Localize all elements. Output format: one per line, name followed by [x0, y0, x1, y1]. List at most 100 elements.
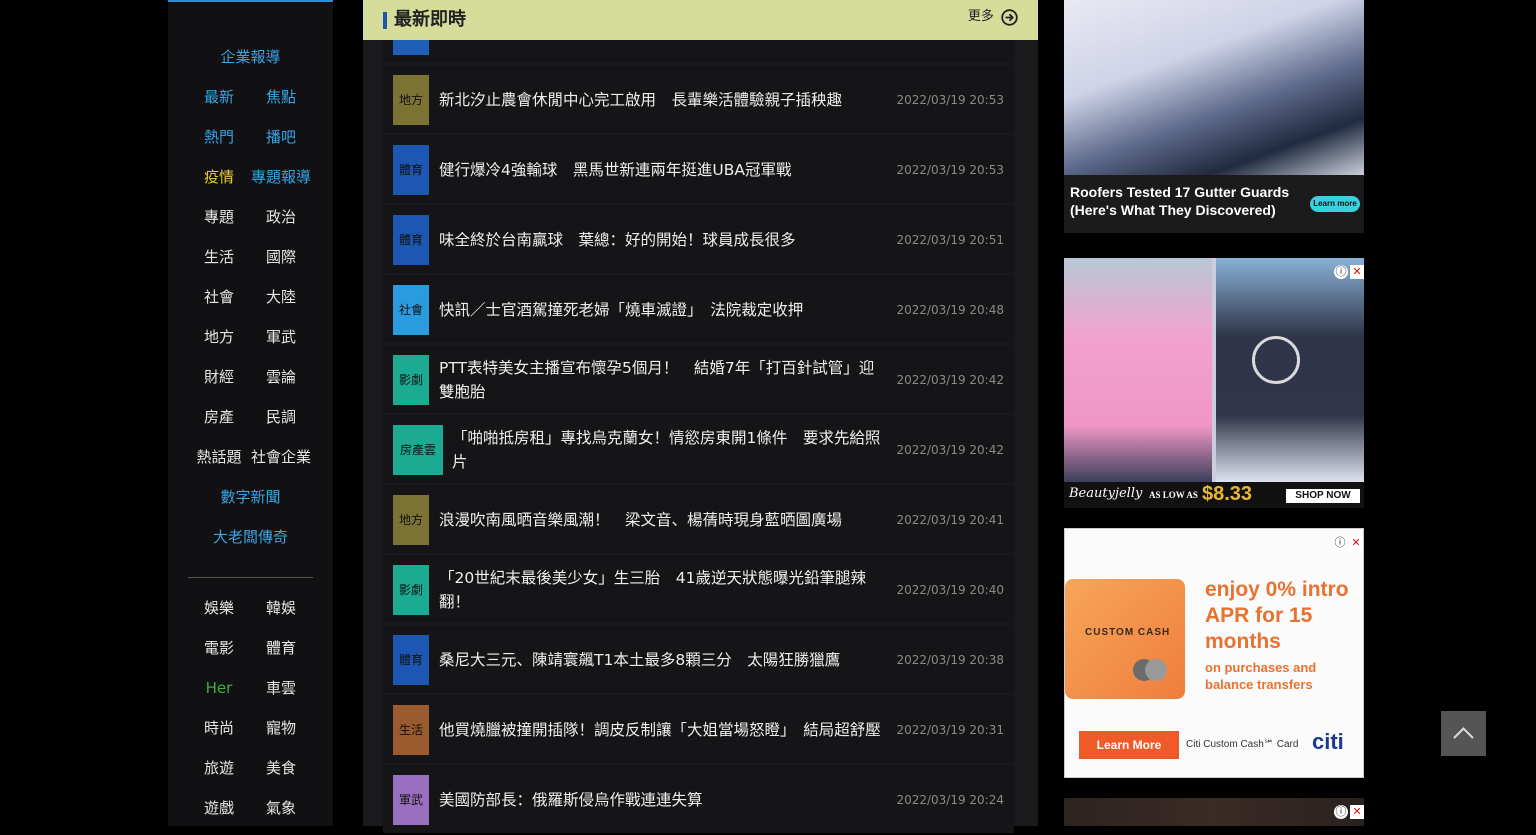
- news-headline-text: 桑尼大三元、陳靖寰飆T1本土最多8顆三分 太陽狂勝獵鷹: [439, 651, 841, 669]
- sidebar-row: 最新 焦點: [168, 85, 333, 109]
- category-badge[interactable]: 社會: [393, 285, 429, 335]
- news-headline[interactable]: 浪漫吹南風晒音樂風潮！ 梁文音、楊蒨時現身藍晒圖廣場: [439, 485, 884, 555]
- sidebar-row: 地方 軍武: [168, 325, 333, 349]
- category-badge[interactable]: 體育: [393, 215, 429, 265]
- news-timestamp: 2022/03/19 20:38: [896, 653, 1004, 667]
- category-badge[interactable]: 地方: [393, 75, 429, 125]
- news-headline-text: 浪漫吹南風晒音樂風潮！ 梁文音、楊蒨時現身藍晒圖廣場: [439, 511, 843, 529]
- ad-headline: enjoy 0% intro APR for 15 months: [1205, 578, 1349, 653]
- ad-info-icon[interactable]: ⓘ: [1334, 805, 1348, 819]
- sidebar-item-right[interactable]: 民調: [250, 405, 312, 429]
- sidebar-item-right[interactable]: 國際: [250, 245, 312, 269]
- back-to-top-button[interactable]: [1441, 711, 1486, 756]
- sidebar-item-right[interactable]: 政治: [250, 205, 312, 229]
- ad-close-icon[interactable]: ✕: [1349, 536, 1363, 550]
- category-badge[interactable]: 生活: [393, 705, 429, 755]
- news-headline-text: 「啪啪抵房租」專找烏克蘭女！情慾房東開1條件 要求先給照片: [452, 429, 881, 471]
- news-headline-text: 快訊／士官酒駕撞死老婦「燒車滅證」 法院裁定收押: [439, 301, 804, 319]
- news-item[interactable]: 地方 浪漫吹南風晒音樂風潮！ 梁文音、楊蒨時現身藍晒圖廣場 2022/03/19 2…: [383, 485, 1014, 553]
- news-item[interactable]: 體育 健行爆冷4強輸球 黑馬世新連兩年挺進UBA冠軍戰 2022/03/19 20:…: [383, 135, 1014, 203]
- news-item[interactable]: 影劇 「20世紀末最後美少女」生三胎 41歲逆天狀態曝光鉛筆腿辣翻！ 2022/03…: [383, 555, 1014, 623]
- sidebar-row: 遊戲 氣象: [168, 796, 333, 820]
- news-item[interactable]: 房產雲 「啪啪抵房租」專找烏克蘭女！情慾房東開1條件 要求先給照片 2022/03/…: [383, 415, 1014, 483]
- card-network-logo-icon: [1133, 659, 1167, 681]
- sidebar-item-right[interactable]: 焦點: [250, 85, 312, 109]
- ad-close-icon[interactable]: ✕: [1350, 805, 1364, 819]
- ad-learn-more-button[interactable]: Learn more: [1310, 196, 1360, 212]
- ad-controls: ⓘ ✕: [1331, 531, 1363, 550]
- news-item[interactable]: 軍武 美國防部長：俄羅斯侵烏作戰連連失算 2022/03/19 20:24: [383, 765, 1014, 833]
- ad-citi-custom-cash[interactable]: ⓘ ✕ CUSTOM CASH enjoy 0% intro APR for 15…: [1064, 528, 1364, 778]
- news-headline[interactable]: 快訊／士官酒駕撞死老婦「燒車滅證」 法院裁定收押: [439, 275, 884, 345]
- news-headline[interactable]: 健行爆冷4強輸球 黑馬世新連兩年挺進UBA冠軍戰: [439, 135, 884, 205]
- sidebar-item-single[interactable]: 大老闆傳奇: [213, 528, 288, 546]
- news-timestamp: 2022/03/19 20:42: [896, 443, 1004, 457]
- ad-shop-now-button[interactable]: SHOP NOW: [1286, 489, 1360, 503]
- sidebar-item-right[interactable]: 車雲: [250, 676, 312, 700]
- sidebar-row: 財經 雲論: [168, 365, 333, 389]
- sidebar-row: 專題 政治: [168, 205, 333, 229]
- news-headline-text: 新北汐止農會休閒中心完工啟用 長輩樂活體驗親子插秧趣: [439, 91, 843, 109]
- sidebar-divider: [188, 577, 313, 578]
- ad-gutter-guards[interactable]: Roofers Tested 17 Gutter Guards (Here's …: [1064, 0, 1364, 233]
- sidebar-item-right[interactable]: 大陸: [250, 285, 312, 309]
- news-item[interactable]: 地方 新北汐止農會休閒中心完工啟用 長輩樂活體驗親子插秧趣 2022/03/19 2…: [383, 65, 1014, 133]
- sidebar-item-single[interactable]: 企業報導: [220, 48, 280, 66]
- category-badge[interactable]: 體育: [393, 635, 429, 685]
- category-badge[interactable]: 房產雲: [393, 425, 443, 475]
- ad-image-pink-blouse: [1064, 258, 1212, 482]
- sidebar-item-right[interactable]: 社會企業: [250, 445, 312, 469]
- ad-beautyjelly[interactable]: ⓘ ✕ Beautyjelly AS LOW AS $8.33 SHOP NOW: [1064, 258, 1364, 508]
- ad-close-icon[interactable]: ✕: [1350, 265, 1364, 279]
- category-badge[interactable]: 影劇: [393, 565, 429, 615]
- sidebar-item-right[interactable]: 韓娛: [250, 596, 312, 620]
- news-item[interactable]: 社會 快訊／士官酒駕撞死老婦「燒車滅證」 法院裁定收押 2022/03/19 20:…: [383, 275, 1014, 343]
- ad-info-icon[interactable]: ⓘ: [1333, 536, 1347, 550]
- news-headline[interactable]: 新北汐止農會休閒中心完工啟用 長輩樂活體驗親子插秧趣: [439, 65, 884, 135]
- ad-controls: ⓘ ✕: [1332, 260, 1364, 279]
- news-headline[interactable]: PTT表特美女主播宣布懷孕5個月！ 結婚7年「打百針試管」迎雙胞胎: [439, 345, 884, 415]
- sidebar-row: 房產 民調: [168, 405, 333, 429]
- category-badge[interactable]: 影劇: [393, 355, 429, 405]
- news-item[interactable]: 影劇 PTT表特美女主播宣布懷孕5個月！ 結婚7年「打百針試管」迎雙胞胎 2022/…: [383, 345, 1014, 413]
- sidebar-row: 企業報導: [168, 45, 333, 69]
- news-timestamp: 2022/03/19 20:41: [896, 513, 1004, 527]
- news-headline-text: 他買燒臘被撞開插隊！調皮反制讓「大姐當場怒瞪」 結局超舒壓: [439, 721, 881, 739]
- sidebar-row: 熱門 播吧: [168, 125, 333, 149]
- news-item[interactable]: 生活 他買燒臘被撞開插隊！調皮反制讓「大姐當場怒瞪」 結局超舒壓 2022/03/1…: [383, 695, 1014, 763]
- category-badge[interactable]: 體育: [393, 145, 429, 195]
- flower-print-icon: [1252, 336, 1300, 384]
- news-headline[interactable]: 味全終於台南贏球 葉總：好的開始！球員成長很多: [439, 205, 884, 275]
- arrow-circle-right-icon: [1001, 8, 1018, 26]
- sidebar-item-right[interactable]: 體育: [250, 636, 312, 660]
- sidebar-row: 社會 大陸: [168, 285, 333, 309]
- news-headline[interactable]: 美國防部長：俄羅斯侵烏作戰連連失算: [439, 765, 884, 835]
- news-item[interactable]: 體育 桑尼大三元、陳靖寰飆T1本土最多8顆三分 太陽狂勝獵鷹 2022/03/19 …: [383, 625, 1014, 693]
- ad-image: [1064, 0, 1364, 175]
- sidebar-row: 數字新聞: [168, 485, 333, 509]
- sidebar-item-single[interactable]: 數字新聞: [220, 488, 280, 506]
- category-badge[interactable]: 地方: [393, 495, 429, 545]
- ad-info-icon[interactable]: ⓘ: [1334, 265, 1348, 279]
- ad-footer: Beautyjelly AS LOW AS $8.33 SHOP NOW: [1064, 482, 1364, 508]
- sidebar-item-right[interactable]: 軍武: [250, 325, 312, 349]
- sidebar-item-right[interactable]: 雲論: [250, 365, 312, 389]
- news-item[interactable]: 體育 味全終於台南贏球 葉總：好的開始！球員成長很多 2022/03/19 20:5…: [383, 205, 1014, 273]
- citi-logo: citi: [1312, 729, 1344, 754]
- category-badge[interactable]: 軍武: [393, 775, 429, 825]
- ad-partial[interactable]: ⓘ ✕: [1064, 798, 1364, 826]
- sidebar-item-right[interactable]: 寵物: [250, 716, 312, 740]
- sidebar-row: 電影 體育: [168, 636, 333, 660]
- news-headline[interactable]: 他買燒臘被撞開插隊！調皮反制讓「大姐當場怒瞪」 結局超舒壓: [439, 695, 884, 765]
- ad-learn-more-button[interactable]: Learn More: [1079, 731, 1179, 759]
- latest-news-header: 最新即時 更多: [363, 0, 1038, 40]
- sidebar-item-right[interactable]: 專題報導: [250, 165, 312, 189]
- news-headline[interactable]: 「20世紀末最後美少女」生三胎 41歲逆天狀態曝光鉛筆腿辣翻！: [439, 555, 884, 625]
- sidebar-item-right[interactable]: 美食: [250, 756, 312, 780]
- sidebar-item-right[interactable]: 播吧: [250, 125, 312, 149]
- sidebar-item-right[interactable]: 氣象: [250, 796, 312, 820]
- news-headline[interactable]: 桑尼大三元、陳靖寰飆T1本土最多8顆三分 太陽狂勝獵鷹: [439, 625, 884, 695]
- category-sidebar: 企業報導 最新 焦點 熱門 播吧 疫情 專題報導 專題 政治 生活 國際 社會 大陸 地方 軍武 財經 雲論 房產…: [168, 0, 333, 826]
- more-news-link[interactable]: 更多: [968, 7, 1018, 27]
- news-headline[interactable]: 「啪啪抵房租」專找烏克蘭女！情慾房東開1條件 要求先給照片: [452, 415, 884, 485]
